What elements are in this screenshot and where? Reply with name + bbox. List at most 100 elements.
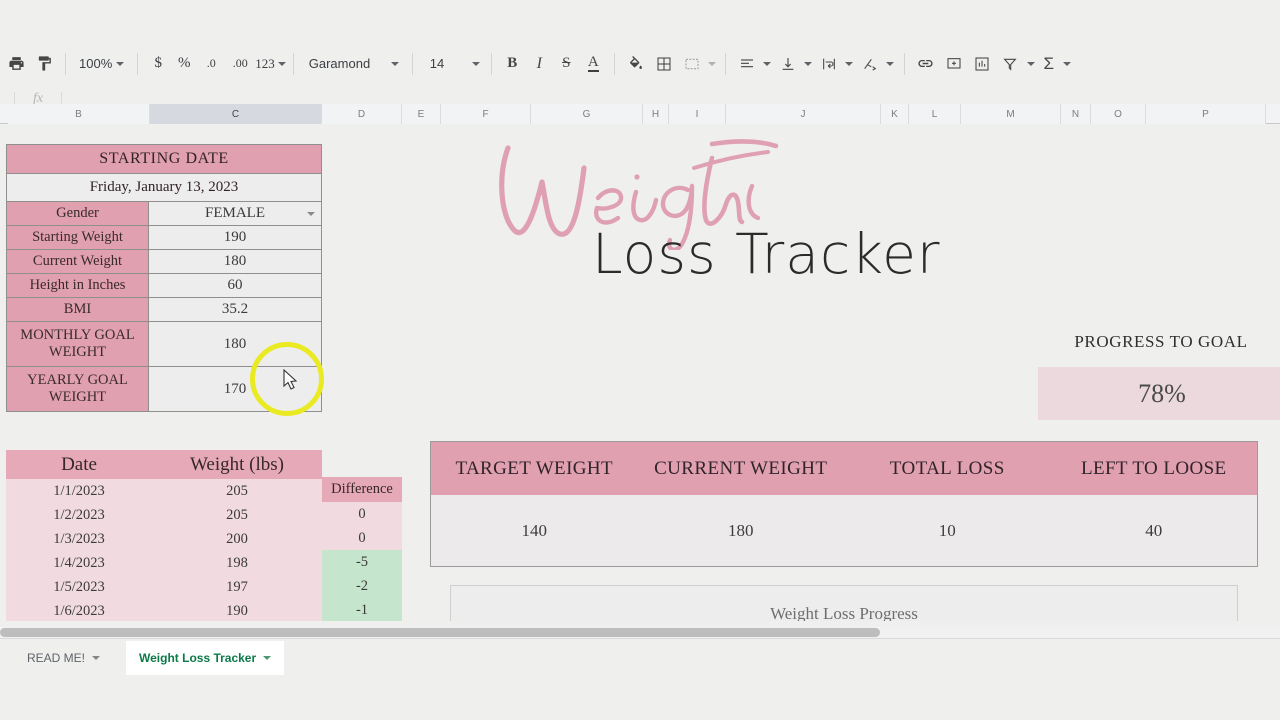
info-header-row: STARTING DATE (7, 145, 321, 174)
column-header-j[interactable]: J (726, 104, 881, 124)
column-header-row: BCDEFGHIJKLMNOP (0, 104, 1280, 124)
info-row-value[interactable]: 180 (149, 250, 321, 273)
info-row-monthly-goal-weight[interactable]: MONTHLY GOAL WEIGHT 180 (7, 322, 321, 367)
difference-cell[interactable]: -1 (322, 598, 402, 621)
difference-cell[interactable]: 0 (322, 526, 402, 550)
column-header-k[interactable]: K (881, 104, 909, 124)
text-wrap-icon[interactable] (815, 50, 843, 78)
insert-comment-icon[interactable] (940, 50, 968, 78)
font-size-value: 14 (429, 56, 445, 71)
horizontal-align-icon[interactable] (733, 50, 761, 78)
merge-options-caret[interactable] (706, 49, 718, 79)
spreadsheet-app: 100% $ % .0 .00 123 Garamond 14 B I S A … (0, 0, 1280, 720)
column-header-n[interactable]: N (1061, 104, 1091, 124)
font-size-selector[interactable]: 14 (420, 49, 484, 79)
info-row-value-text: 60 (227, 277, 243, 293)
info-row-value[interactable]: 35.2 (149, 298, 321, 321)
italic-button[interactable]: I (526, 49, 553, 79)
insert-link-icon[interactable] (912, 50, 940, 78)
column-header-e[interactable]: E (402, 104, 441, 124)
info-row-value[interactable]: 180 (149, 322, 321, 366)
merge-cells-icon[interactable] (678, 50, 706, 78)
column-header-d[interactable]: D (322, 104, 402, 124)
print-icon[interactable] (2, 50, 30, 78)
column-header-p[interactable]: P (1146, 104, 1266, 124)
weight-log-table[interactable]: Date Weight (lbs) 1/1/2023 205 1/2/2023 205 1/… (6, 450, 322, 621)
paint-format-icon[interactable] (30, 50, 58, 78)
percent-format-button[interactable]: % (171, 49, 197, 79)
info-row-bmi[interactable]: BMI 35.2 (7, 298, 321, 322)
functions-button[interactable]: Σ (1038, 49, 1060, 79)
text-rotation-caret[interactable] (884, 49, 897, 79)
create-filter-icon[interactable] (996, 50, 1024, 78)
log-date: 1/4/2023 (53, 554, 105, 571)
horizontal-scrollbar-thumb[interactable] (0, 628, 880, 637)
window-top-area (0, 0, 1280, 40)
fill-color-icon[interactable] (622, 50, 650, 78)
chevron-down-icon (804, 61, 813, 66)
sheet-canvas[interactable]: Loss Tracker PROGRESS TO GOAL 78% STARTI… (0, 124, 1280, 621)
sheet-tab-read-me[interactable]: READ ME! (14, 641, 113, 675)
number-format-selector[interactable]: 123 (255, 49, 286, 79)
column-header-o[interactable]: O (1091, 104, 1146, 124)
text-color-button[interactable]: A (580, 49, 607, 79)
log-row[interactable]: 1/2/2023 205 (6, 503, 322, 527)
info-row-gender[interactable]: Gender FEMALE (7, 202, 321, 226)
column-header-f[interactable]: F (441, 104, 531, 124)
text-wrap-caret[interactable] (843, 49, 856, 79)
currency-format-button[interactable]: $ (145, 49, 171, 79)
sheet-tab-weight-loss-tracker[interactable]: Weight Loss Tracker (126, 641, 285, 675)
chevron-down-icon (1062, 61, 1071, 66)
functions-caret[interactable] (1060, 49, 1074, 79)
column-header-m[interactable]: M (961, 104, 1061, 124)
column-header-c[interactable]: C (150, 104, 322, 124)
filter-options-caret[interactable] (1024, 49, 1038, 79)
decrease-decimal-button[interactable]: .0 (197, 49, 225, 79)
info-row-yearly-goal-weight[interactable]: YEARLY GOAL WEIGHT 170 (7, 367, 321, 411)
starting-info-table[interactable]: STARTING DATE Friday, January 13, 2023 Gen… (6, 144, 322, 412)
horizontal-align-caret[interactable] (761, 49, 774, 79)
difference-cell[interactable]: -5 (322, 550, 402, 574)
vertical-align-caret[interactable] (802, 49, 815, 79)
log-row[interactable]: 1/5/2023 197 (6, 575, 322, 599)
chevron-down-icon[interactable] (263, 656, 272, 660)
italic-label: I (536, 54, 542, 72)
chevron-down-icon (707, 61, 716, 66)
column-header-l[interactable]: L (909, 104, 961, 124)
zoom-selector[interactable]: 100% (73, 49, 130, 79)
column-header-b[interactable]: B (8, 104, 150, 124)
info-row-value[interactable]: FEMALE (149, 202, 321, 225)
info-row-height-in-inches[interactable]: Height in Inches 60 (7, 274, 321, 298)
bold-button[interactable]: B (499, 49, 526, 79)
info-row-value-text: 190 (223, 229, 247, 245)
log-row[interactable]: 1/3/2023 200 (6, 527, 322, 551)
strikethrough-button[interactable]: S (553, 49, 580, 79)
chevron-down-icon[interactable] (92, 656, 101, 660)
log-row[interactable]: 1/1/2023 205 (6, 479, 322, 503)
summary-stats-table[interactable]: TARGET WEIGHT CURRENT WEIGHT TOTAL LOSS LEF… (430, 441, 1258, 567)
difference-cell[interactable]: -2 (322, 574, 402, 598)
info-row-current-weight[interactable]: Current Weight 180 (7, 250, 321, 274)
progress-to-goal-value[interactable]: 78% (1038, 367, 1280, 420)
info-row-value[interactable]: 60 (149, 274, 321, 297)
log-row[interactable]: 1/4/2023 198 (6, 551, 322, 575)
chevron-down-icon[interactable] (307, 211, 315, 216)
info-row-value[interactable]: 190 (149, 226, 321, 249)
weight-loss-chart[interactable]: Weight Loss Progress 150200250 205205200… (450, 585, 1238, 621)
starting-date-row[interactable]: Friday, January 13, 2023 (7, 174, 321, 202)
font-family-selector[interactable]: Garamond (301, 49, 405, 79)
column-header-g[interactable]: G (531, 104, 643, 124)
borders-icon[interactable] (650, 50, 678, 78)
info-row-starting-weight[interactable]: Starting Weight 190 (7, 226, 321, 250)
increase-decimal-button[interactable]: .00 (225, 49, 255, 79)
difference-cell[interactable]: 0 (322, 502, 402, 526)
vertical-align-icon[interactable] (774, 50, 802, 78)
insert-chart-icon[interactable] (968, 50, 996, 78)
info-row-label: BMI (7, 298, 149, 321)
chart-plot-area: 150200250 (451, 586, 1238, 621)
column-header-i[interactable]: I (669, 104, 726, 124)
log-row[interactable]: 1/6/2023 190 (6, 599, 322, 621)
column-header-h[interactable]: H (643, 104, 669, 124)
text-rotation-icon[interactable] (856, 50, 884, 78)
difference-column[interactable]: Difference 0 0 -5 -2 -1 (322, 477, 402, 621)
